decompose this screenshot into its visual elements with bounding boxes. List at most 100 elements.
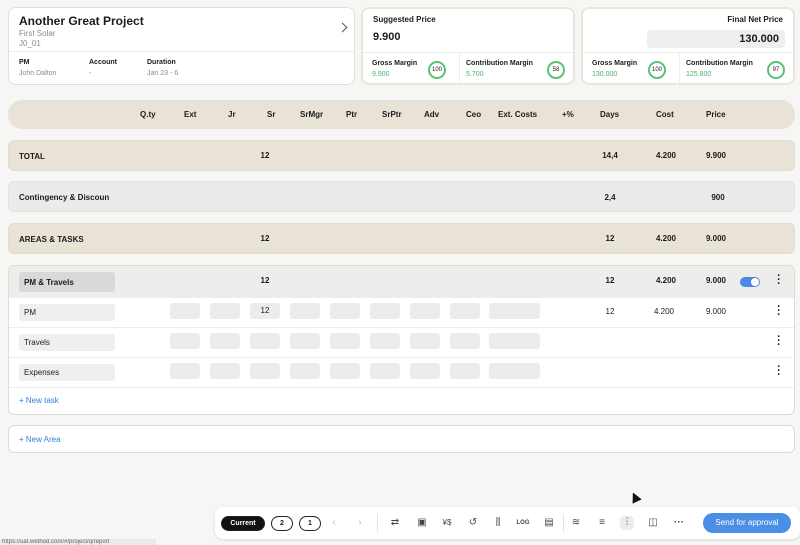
final-contribution-margin-value: 125.800 [686, 71, 712, 78]
more-icon[interactable]: ··· [672, 516, 686, 530]
areas-sr: 12 [260, 234, 270, 243]
align-icon[interactable]: ≡ [595, 516, 609, 530]
travels-srmgr-cell[interactable] [330, 333, 360, 349]
areas-days: 12 [605, 234, 615, 243]
col-ext-costs: Ext. Costs [498, 110, 538, 119]
suggested-price-card: Suggested Price 9.900 Gross Margin 9.900… [361, 7, 575, 87]
col-adv: Adv [424, 110, 440, 119]
save-icon[interactable]: ▣ [415, 516, 429, 530]
travels-sr-cell[interactable] [290, 333, 320, 349]
expenses-srmgr-cell[interactable] [330, 363, 360, 379]
task-name-travels[interactable]: Travels [19, 334, 115, 351]
version-current-button[interactable]: Current [221, 516, 265, 531]
pm-srmgr-cell[interactable] [290, 303, 320, 319]
final-price-card: Final Net Price 130.000 Gross Margin 130… [581, 7, 795, 87]
chevron-left-icon[interactable]: ‹ [327, 516, 341, 530]
final-price-label: Final Net Price [727, 15, 783, 24]
expenses-qty-cell[interactable] [170, 363, 200, 379]
contingency-row[interactable]: Contingency & Discoun [8, 181, 795, 212]
pm-ext-cell[interactable] [210, 303, 240, 319]
currency-icon[interactable]: ¥$ [440, 516, 454, 530]
travels-qty-cell[interactable] [170, 333, 200, 349]
version-1-button[interactable]: 1 [299, 516, 321, 531]
version-2-button[interactable]: 2 [271, 516, 293, 531]
duration-label: Duration [147, 59, 176, 66]
task-name-expenses[interactable]: Expenses [19, 364, 115, 381]
pm-label: PM [19, 59, 30, 66]
areas-tasks-label: AREAS & TASKS [19, 235, 84, 244]
areas-cost: 4.200 [655, 234, 677, 243]
project-client: First Solar [19, 29, 56, 38]
panel-icon[interactable]: ◫ [646, 516, 660, 530]
new-area-link[interactable]: + New Area [19, 435, 61, 444]
project-code: J0_01 [19, 39, 41, 48]
area-days: 12 [605, 276, 615, 285]
expenses-adv-cell[interactable] [450, 363, 480, 379]
task-name-pm[interactable]: PM [19, 304, 115, 321]
final-gross-margin-value: 130.000 [592, 71, 618, 78]
project-card[interactable]: Another Great Project First Solar J0_01 … [8, 7, 355, 85]
travels-ptr-cell[interactable] [370, 333, 400, 349]
final-contribution-margin-label: Contribution Margin [686, 60, 753, 67]
area-cost: 4.200 [655, 276, 677, 285]
undo-icon[interactable]: ↺ [466, 516, 480, 530]
chevron-right-icon[interactable] [337, 22, 348, 33]
log-button[interactable]: LOG [516, 516, 530, 530]
pm-more-icon[interactable]: · · · [777, 302, 781, 321]
final-gross-margin-label: Gross Margin [592, 60, 638, 67]
contingency-days: 2,4 [604, 193, 616, 202]
mouse-cursor-icon [628, 490, 642, 504]
travels-more-icon[interactable]: · · · [777, 332, 781, 351]
chevron-right-icon[interactable]: › [353, 516, 367, 530]
layers-icon[interactable]: ≋ [569, 516, 583, 530]
travels-srptr-cell[interactable] [410, 333, 440, 349]
area-name-input[interactable]: PM & Travels [19, 272, 115, 292]
col-cost: Cost [656, 110, 674, 119]
pm-sr-cell[interactable]: 12 [250, 303, 280, 319]
travels-adv-cell[interactable] [450, 333, 480, 349]
pm-ptr-cell[interactable] [330, 303, 360, 319]
final-gross-margin-ring: 100 [648, 61, 666, 79]
travels-jr-cell[interactable] [250, 333, 280, 349]
contribution-margin-ring: 58 [547, 61, 565, 79]
pm-ceo-cell[interactable] [450, 303, 480, 319]
expenses-more-icon[interactable]: · · · [777, 362, 781, 381]
col-sr: Sr [267, 110, 276, 119]
expenses-srptr-cell[interactable] [410, 363, 440, 379]
total-days: 14,4 [602, 151, 618, 160]
expenses-ptr-cell[interactable] [370, 363, 400, 379]
final-price-input[interactable]: 130.000 [647, 30, 785, 48]
travels-ext-cell[interactable] [210, 333, 240, 349]
pm-ext-costs-cell[interactable] [489, 303, 540, 319]
gross-margin-value: 9.900 [372, 71, 390, 78]
contribution-margin-label: Contribution Margin [466, 60, 533, 67]
col-qty: Q.ty [140, 110, 156, 119]
swap-icon[interactable]: ⇄ [388, 516, 402, 530]
new-task-link[interactable]: + New task [19, 396, 59, 405]
document-icon[interactable]: ▤ [542, 516, 556, 530]
area-group: PM & Travels PM Travels Expenses + New t… [8, 265, 795, 415]
new-area-row[interactable]: + New Area [8, 425, 795, 453]
contribution-margin-value: 5.700 [466, 71, 484, 78]
col-days: Days [600, 110, 620, 119]
travels-ext-costs-cell[interactable] [489, 333, 540, 349]
pm-qty-cell[interactable] [170, 303, 200, 319]
expenses-ext-cell[interactable] [210, 363, 240, 379]
expenses-jr-cell[interactable] [250, 363, 280, 379]
project-title: Another Great Project [19, 14, 144, 28]
send-for-approval-button[interactable]: Send for approval [703, 513, 791, 533]
gross-margin-label: Gross Margin [372, 60, 418, 67]
pm-srptr-cell[interactable] [370, 303, 400, 319]
bar-chart-icon[interactable]: ⫶ [620, 516, 634, 530]
areas-price: 9.000 [705, 234, 727, 243]
col-price: Price [706, 110, 726, 119]
area-toggle[interactable] [740, 277, 760, 287]
expenses-sr-cell[interactable] [290, 363, 320, 379]
area-price: 9.000 [705, 276, 727, 285]
expenses-ext-costs-cell[interactable] [489, 363, 540, 379]
area-more-icon[interactable]: · · · [777, 271, 781, 290]
contingency-price: 900 [711, 193, 725, 202]
chart-icon[interactable]: ⫼ [491, 516, 505, 530]
col-markup: +% [562, 110, 574, 119]
pm-adv-cell[interactable] [410, 303, 440, 319]
